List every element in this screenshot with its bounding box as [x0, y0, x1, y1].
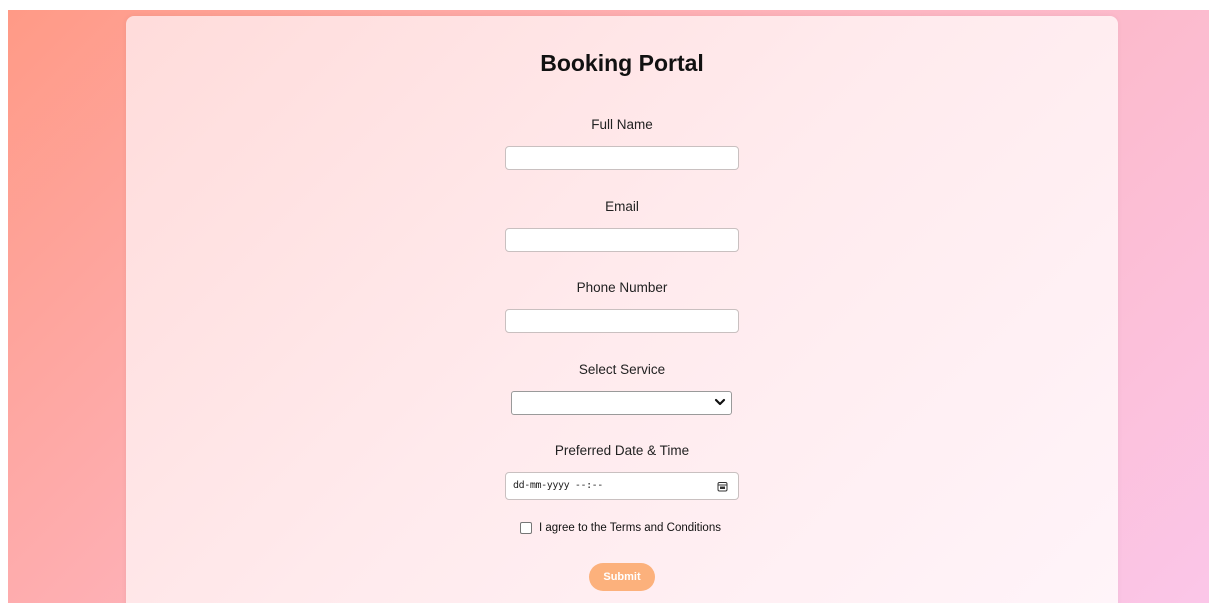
full-name-input[interactable]	[505, 146, 739, 170]
service-select[interactable]	[511, 391, 732, 415]
email-input[interactable]	[505, 228, 739, 252]
terms-checkbox[interactable]	[520, 522, 532, 534]
terms-row: I agree to the Terms and Conditions	[520, 521, 721, 535]
select-service-label: Select Service	[578, 362, 666, 377]
preferred-date-time-label: Preferred Date & Time	[554, 443, 690, 458]
email-label: Email	[605, 199, 639, 214]
page-title: Booking Portal	[540, 50, 704, 76]
full-name-label: Full Name	[591, 117, 653, 132]
booking-form-card: Booking Portal Full Name Email Phone Num…	[126, 16, 1118, 603]
submit-button[interactable]: Submit	[589, 563, 655, 591]
terms-label[interactable]: I agree to the Terms and Conditions	[539, 522, 721, 534]
phone-number-label: Phone Number	[576, 280, 668, 295]
datetime-placeholder: dd-mm-yyyy --:--	[513, 480, 603, 491]
page-background: Booking Portal Full Name Email Phone Num…	[8, 10, 1209, 603]
chevron-down-icon	[714, 398, 726, 406]
phone-number-input[interactable]	[505, 309, 739, 333]
calendar-icon[interactable]	[717, 481, 728, 492]
datetime-input[interactable]: dd-mm-yyyy --:--	[505, 472, 739, 500]
